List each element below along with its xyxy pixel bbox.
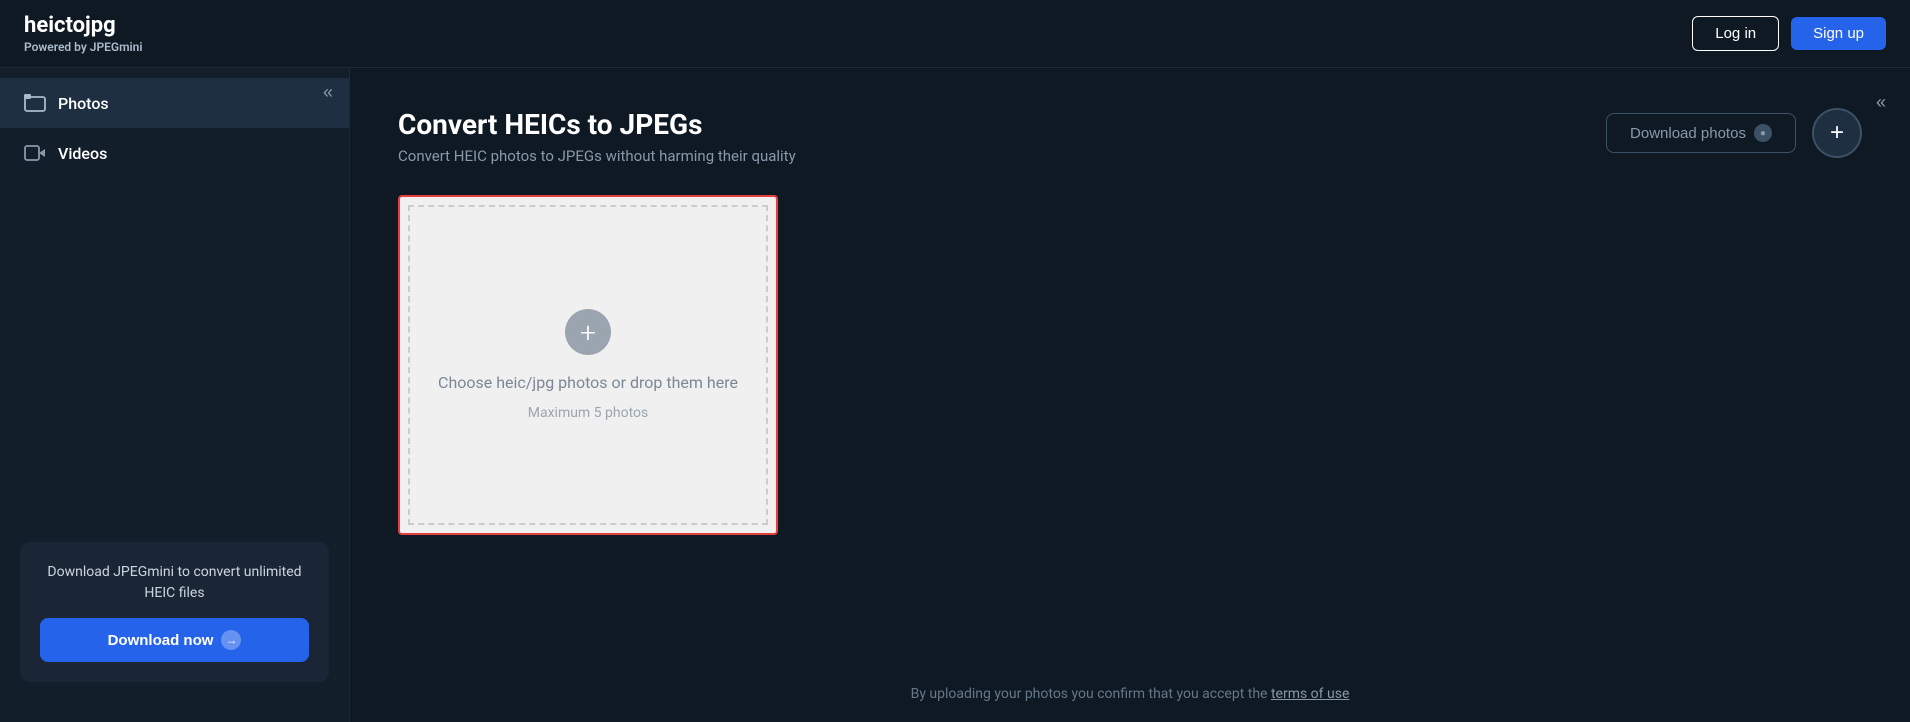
sidebar-promo: Download JPEGmini to convert unlimited H… bbox=[20, 542, 329, 682]
drop-zone-plus-icon: + bbox=[565, 309, 611, 355]
drop-zone-limit: Maximum 5 photos bbox=[528, 405, 648, 421]
download-photos-button[interactable]: Download photos ● bbox=[1606, 113, 1796, 153]
body-layout: « Photos Videos bbox=[0, 68, 1910, 722]
page-subtitle: Convert HEIC photos to JPEGs without har… bbox=[398, 147, 796, 165]
photos-icon bbox=[24, 92, 46, 114]
drop-zone-inner: + Choose heic/jpg photos or drop them he… bbox=[438, 309, 738, 421]
sidebar-item-photos[interactable]: Photos bbox=[0, 78, 349, 128]
logo: heictojpg Powered by JPEGmini bbox=[24, 13, 142, 53]
drop-zone-wrapper: + Choose heic/jpg photos or drop them he… bbox=[398, 195, 1862, 535]
sidebar-collapse-button[interactable]: « bbox=[323, 82, 333, 103]
sidebar-label-photos: Photos bbox=[58, 94, 109, 113]
header-actions: Log in Sign up bbox=[1692, 16, 1886, 51]
sidebar-label-videos: Videos bbox=[58, 144, 107, 163]
right-collapse: « bbox=[1876, 92, 1886, 113]
signup-button[interactable]: Sign up bbox=[1791, 17, 1886, 50]
header: heictojpg Powered by JPEGmini Log in Sig… bbox=[0, 0, 1910, 68]
drop-zone-text: Choose heic/jpg photos or drop them here bbox=[438, 371, 738, 395]
logo-subtitle: Powered by JPEGmini bbox=[24, 40, 142, 54]
download-photos-icon: ● bbox=[1754, 124, 1772, 142]
promo-text: Download JPEGmini to convert unlimited H… bbox=[40, 562, 309, 604]
main-content: « Convert HEICs to JPEGs Convert HEIC ph… bbox=[350, 68, 1910, 722]
terms-text: By uploading your photos you confirm tha… bbox=[350, 686, 1910, 702]
right-collapse-button[interactable]: « bbox=[1876, 92, 1886, 113]
drop-zone[interactable]: + Choose heic/jpg photos or drop them he… bbox=[398, 195, 778, 535]
main-actions: Download photos ● + bbox=[1606, 108, 1862, 158]
download-now-icon: → bbox=[221, 630, 241, 650]
add-button[interactable]: + bbox=[1812, 108, 1862, 158]
sidebar-nav: Photos Videos bbox=[0, 68, 349, 178]
main-title-section: Convert HEICs to JPEGs Convert HEIC phot… bbox=[398, 108, 796, 165]
login-button[interactable]: Log in bbox=[1692, 16, 1779, 51]
terms-link[interactable]: terms of use bbox=[1271, 686, 1349, 702]
logo-brand: JPEGmini bbox=[90, 40, 143, 54]
download-now-button[interactable]: Download now → bbox=[40, 618, 309, 662]
sidebar-item-videos[interactable]: Videos bbox=[0, 128, 349, 178]
logo-title: heictojpg bbox=[24, 13, 142, 39]
videos-icon bbox=[24, 142, 46, 164]
main-header: Convert HEICs to JPEGs Convert HEIC phot… bbox=[398, 108, 1862, 165]
page-title: Convert HEICs to JPEGs bbox=[398, 108, 796, 141]
sidebar: « Photos Videos bbox=[0, 68, 350, 722]
